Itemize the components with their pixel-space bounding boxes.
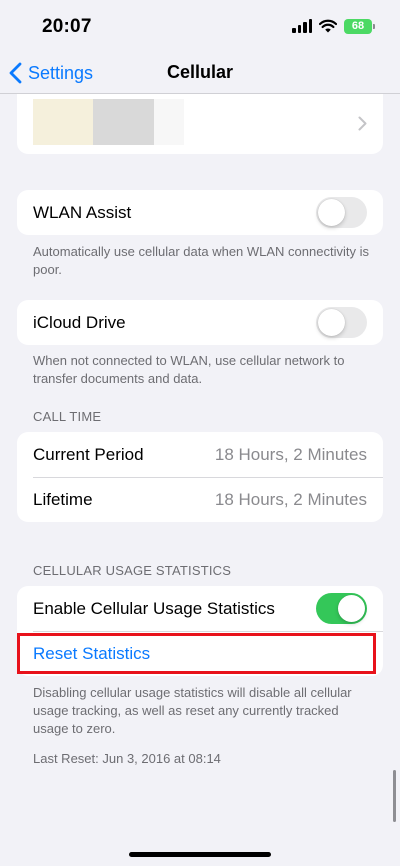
lifetime-label: Lifetime	[33, 489, 93, 509]
image-placeholder	[33, 99, 93, 145]
call-time-row-lifetime: Lifetime 18 Hours, 2 Minutes	[17, 477, 383, 522]
usage-stats-footer: Disabling cellular usage statistics will…	[33, 685, 352, 736]
status-time: 20:07	[42, 16, 92, 37]
battery-level: 68	[351, 20, 365, 32]
icloud-drive-toggle[interactable]	[316, 307, 367, 338]
battery-icon: 68	[344, 18, 375, 34]
enable-usage-stats-label: Enable Cellular Usage Statistics	[33, 598, 275, 618]
scroll-indicator[interactable]	[393, 770, 396, 822]
navigation-bar: Settings Cellular	[0, 52, 400, 94]
call-time-card: Current Period 18 Hours, 2 Minutes Lifet…	[17, 432, 383, 522]
call-time-header: CALL TIME	[33, 409, 102, 424]
enable-usage-stats-row: Enable Cellular Usage Statistics	[17, 586, 383, 631]
image-placeholder	[154, 99, 184, 145]
current-period-value: 18 Hours, 2 Minutes	[214, 444, 367, 464]
page-title: Cellular	[166, 62, 234, 82]
wlan-assist-label: WLAN Assist	[33, 202, 132, 222]
usage-stats-header: CELLULAR USAGE STATISTICS	[33, 563, 232, 578]
wlan-assist-toggle[interactable]	[316, 197, 367, 228]
icloud-drive-footer: When not connected to WLAN, use cellular…	[33, 353, 345, 386]
chevron-right-icon	[358, 116, 367, 131]
wifi-icon	[319, 19, 337, 33]
status-bar: 20:07 68	[0, 0, 400, 52]
wlan-assist-footer: Automatically use cellular data when WLA…	[33, 244, 369, 277]
call-time-row-current: Current Period 18 Hours, 2 Minutes	[17, 432, 383, 477]
usage-stats-card: Enable Cellular Usage Statistics Reset S…	[17, 586, 383, 676]
icloud-drive-row: iCloud Drive	[17, 300, 383, 345]
status-icons: 68	[292, 17, 375, 35]
top-card[interactable]	[17, 94, 383, 154]
home-indicator[interactable]	[129, 852, 271, 857]
lifetime-value: 18 Hours, 2 Minutes	[214, 489, 367, 509]
icloud-drive-label: iCloud Drive	[33, 312, 126, 332]
image-placeholder	[93, 99, 154, 145]
current-period-label: Current Period	[33, 444, 144, 464]
last-reset-text: Last Reset: Jun 3, 2016 at 08:14	[33, 751, 221, 766]
icloud-drive-card: iCloud Drive	[17, 300, 383, 345]
reset-statistics-button[interactable]: Reset Statistics	[33, 644, 150, 664]
signal-icon	[292, 19, 312, 33]
wlan-assist-row: WLAN Assist	[17, 190, 383, 235]
wlan-assist-card: WLAN Assist	[17, 190, 383, 235]
enable-usage-stats-toggle[interactable]	[316, 593, 367, 624]
reset-statistics-row[interactable]: Reset Statistics	[17, 631, 383, 676]
